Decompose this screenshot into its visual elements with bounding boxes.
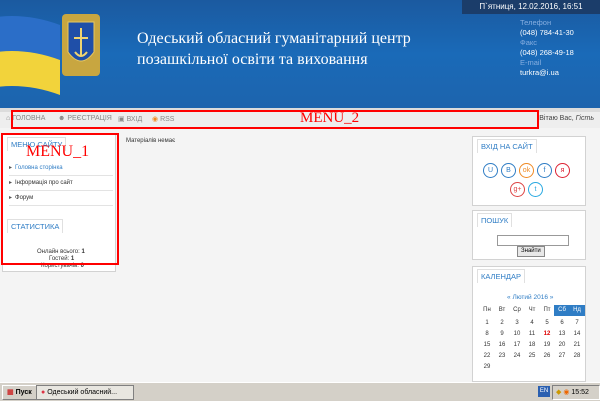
ok-social-icon[interactable]: ok: [519, 163, 534, 178]
facebook-social-icon[interactable]: f: [537, 163, 552, 178]
calendar-day[interactable]: 27: [554, 351, 570, 362]
calendar-day[interactable]: 12: [539, 329, 555, 340]
yandex-social-icon[interactable]: я: [555, 163, 570, 178]
calendar-next[interactable]: »: [550, 294, 554, 301]
calendar-day[interactable]: 7: [569, 318, 585, 329]
windows-logo-icon: ▦: [7, 389, 16, 396]
calendar-day[interactable]: 10: [509, 329, 525, 340]
calendar-day[interactable]: 1: [479, 318, 495, 329]
calendar-day[interactable]: 13: [554, 329, 570, 340]
calendar-day[interactable]: 11: [524, 329, 540, 340]
ucoz-social-icon[interactable]: U: [483, 163, 498, 178]
calendar-weekday: Пт: [543, 307, 551, 313]
search-button[interactable]: Знайти: [517, 246, 545, 257]
taskbar-browser-window[interactable]: ● Одеський обласний...: [36, 385, 134, 400]
google-social-icon[interactable]: g+: [510, 182, 525, 197]
language-indicator[interactable]: EN: [538, 386, 550, 397]
email-value[interactable]: turkra@i.ua: [520, 68, 574, 78]
os-taskbar: ▦ Пуск ● Одеський обласний... EN ◆ ◉ 15:…: [0, 382, 600, 401]
calendar-day[interactable]: 9: [494, 329, 510, 340]
system-tray: ◆ ◉ 15:52: [552, 385, 600, 400]
calendar-day[interactable]: 16: [494, 340, 510, 351]
calendar-day[interactable]: 29: [479, 362, 495, 373]
calendar-day[interactable]: 18: [524, 340, 540, 351]
menu2-highlight-box: [11, 110, 539, 129]
calendar-day[interactable]: 14: [569, 329, 585, 340]
search-title: ПОШУК: [477, 213, 513, 227]
calendar-weekday: Ср: [513, 307, 521, 313]
calendar-day[interactable]: 22: [479, 351, 495, 362]
start-button[interactable]: ▦ Пуск: [2, 385, 37, 400]
tray-icon[interactable]: ◉: [563, 389, 569, 396]
datetime-bar: П`ятниця, 12.02.2016, 16:51: [462, 0, 600, 14]
calendar-weekday: Вт: [498, 307, 506, 313]
calendar-day[interactable]: 19: [539, 340, 555, 351]
phone-value: (048) 784-41-30: [520, 28, 574, 37]
calendar-weekday: Нд: [569, 305, 585, 316]
greeting-name[interactable]: Гість: [576, 115, 594, 122]
site-title-line2: позашкільної освіти та виховання: [137, 51, 368, 68]
phone-label: Телефон: [520, 18, 552, 27]
calendar-day[interactable]: 26: [539, 351, 555, 362]
calendar-day[interactable]: 20: [554, 340, 570, 351]
calendar-prev[interactable]: «: [507, 294, 511, 301]
calendar-day[interactable]: 8: [479, 329, 495, 340]
search-panel: ПОШУК Знайти: [472, 210, 586, 260]
vk-social-icon[interactable]: B: [501, 163, 516, 178]
calendar-title: КАЛЕНДАР: [477, 269, 525, 283]
calendar-day[interactable]: 21: [569, 340, 585, 351]
fax-value: (048) 268-49-18: [520, 48, 574, 57]
calendar-day[interactable]: 3: [509, 318, 525, 329]
calendar-day[interactable]: 15: [479, 340, 495, 351]
calendar-month: Лютий 2016: [512, 294, 548, 301]
calendar-day[interactable]: 23: [494, 351, 510, 362]
calendar-weekday: Сб: [554, 305, 570, 316]
calendar-day[interactable]: 2: [494, 318, 510, 329]
calendar-header: « Лютий 2016 »: [507, 294, 553, 301]
twitter-social-icon[interactable]: t: [528, 182, 543, 197]
calendar-panel: КАЛЕНДАР « Лютий 2016 » Пн Вт Ср Чт Пт Сб Нд 1 2…: [472, 266, 586, 382]
search-input[interactable]: [497, 235, 569, 246]
calendar-day[interactable]: 24: [509, 351, 525, 362]
calendar-day[interactable]: 25: [524, 351, 540, 362]
calendar-day[interactable]: 17: [509, 340, 525, 351]
site-title-line1: Одеський обласний гуманітарний центр: [137, 30, 411, 47]
site-header: Одеський обласний гуманітарний центр поз…: [0, 0, 600, 108]
calendar-day[interactable]: 5: [539, 318, 555, 329]
menu2-label: MENU_2: [300, 110, 360, 126]
login-panel: ВХІД НА САЙТ U B ok f я g+ t: [472, 136, 586, 206]
calendar-day[interactable]: 6: [554, 318, 570, 329]
no-materials-text: Матеріалів немає: [126, 138, 176, 144]
menu1-label: MENU_1: [26, 143, 90, 160]
calendar-day[interactable]: 28: [569, 351, 585, 362]
contacts-block: Телефон (048) 784-41-30 Факс (048) 268-4…: [520, 18, 574, 78]
calendar-day[interactable]: 4: [524, 318, 540, 329]
clock: 15:52: [571, 389, 589, 396]
email-label: E-mail: [520, 58, 542, 67]
tray-icon[interactable]: ◆: [556, 389, 561, 396]
site-title: Одеський обласний гуманітарний центр поз…: [137, 28, 411, 70]
greeting: Вітаю Вас, Гість: [539, 115, 594, 122]
coat-of-arms-logo: [62, 14, 100, 76]
fax-label: Факс: [520, 38, 537, 47]
login-title: ВХІД НА САЙТ: [477, 139, 537, 153]
calendar-weekday: Чт: [528, 307, 536, 313]
ukraine-flag-image: [0, 16, 60, 95]
calendar-weekday: Пн: [483, 307, 491, 313]
